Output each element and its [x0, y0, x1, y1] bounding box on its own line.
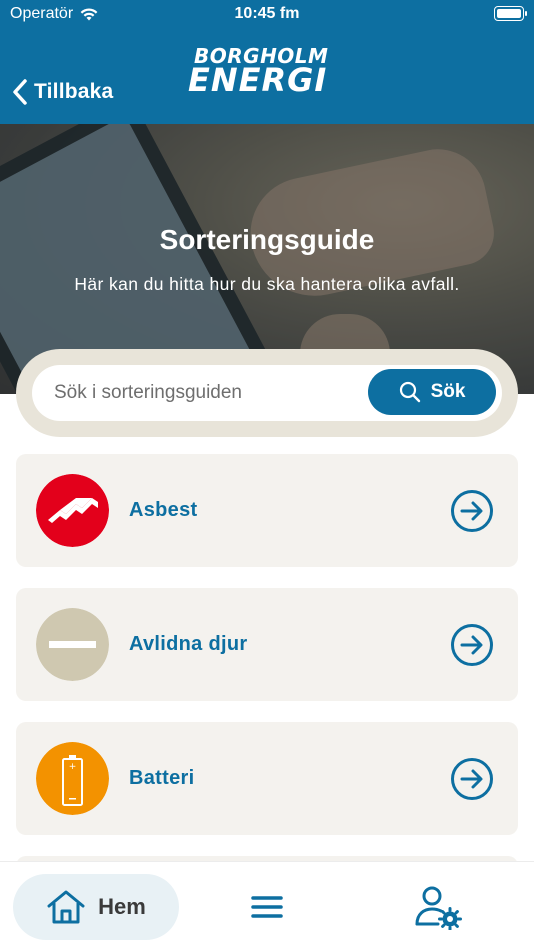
arrow-right-circle-icon — [451, 624, 493, 666]
category-list: Asbest Avlidna djur + Batteri — [16, 454, 518, 856]
list-item-avlidna-djur[interactable]: Avlidna djur — [16, 588, 518, 701]
search-icon — [399, 381, 420, 403]
search-input[interactable] — [54, 365, 374, 421]
battery-icon: + — [36, 742, 109, 815]
list-item-label: Avlidna djur — [129, 633, 248, 655]
search-button[interactable]: Sök — [368, 369, 496, 415]
arrow-right-circle-icon — [451, 490, 493, 532]
search-box: Sök — [32, 365, 502, 421]
svg-text:+: + — [69, 762, 77, 772]
home-icon — [47, 890, 85, 924]
minus-icon — [36, 608, 109, 681]
tab-home[interactable]: Hem — [13, 874, 179, 940]
chevron-left-icon — [13, 79, 27, 105]
app-header: Operatör 10:45 fm Tillbaka BORGHOLM ENER… — [0, 0, 534, 124]
asbestos-roof-icon — [36, 474, 109, 547]
logo-text-bottom: ENERGI — [188, 61, 328, 99]
back-button[interactable]: Tillbaka — [12, 78, 113, 106]
hero-subtitle: Här kan du hitta hur du ska hantera olik… — [74, 274, 460, 294]
status-time: 10:45 fm — [234, 5, 300, 22]
search-button-label: Sök — [430, 381, 466, 402]
brand-logo: BORGHOLM ENERGI — [188, 46, 348, 96]
back-label: Tillbaka — [34, 80, 114, 103]
list-item-batteri[interactable]: + Batteri — [16, 722, 518, 835]
search-container: Sök — [16, 349, 518, 437]
status-bar: Operatör 10:45 fm — [0, 0, 534, 30]
list-item-label: Asbest — [129, 499, 198, 521]
user-settings-icon[interactable] — [414, 884, 462, 930]
hero-title: Sorteringsguide — [159, 224, 375, 255]
list-item-asbest[interactable]: Asbest — [16, 454, 518, 567]
tab-home-label: Hem — [98, 894, 146, 919]
list-item-label: Batteri — [129, 767, 195, 789]
bottom-tab-bar: Hem — [0, 862, 534, 950]
arrow-right-circle-icon — [451, 758, 493, 800]
hamburger-menu-icon[interactable] — [246, 886, 288, 928]
battery-icon — [494, 6, 527, 21]
